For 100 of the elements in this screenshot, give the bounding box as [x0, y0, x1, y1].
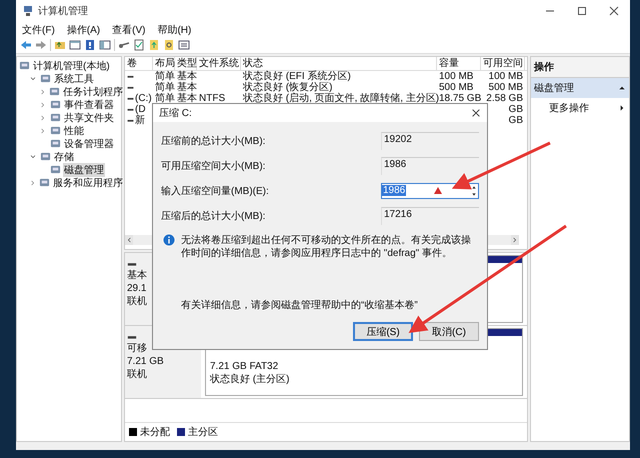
tree-row[interactable]: 存储: [17, 150, 121, 163]
actions-section-header[interactable]: 磁盘管理: [531, 78, 629, 98]
tree-node-icon: [49, 86, 60, 97]
tree-item[interactable]: 服务和应用程序: [52, 176, 124, 190]
submenu-triangle-icon: [618, 104, 626, 112]
column-header[interactable]: 文件系统: [197, 57, 241, 70]
tree-node-icon: [19, 60, 30, 71]
tree-item[interactable]: 共享文件夹: [63, 110, 115, 124]
table-cell-text: 简单: [154, 82, 175, 93]
table-cell-text: NTFS: [198, 93, 226, 104]
tree-node-icon: [50, 112, 61, 123]
table-cell-text: 状态良好 (恢复分区): [242, 82, 334, 93]
computer-icon: [22, 5, 34, 17]
tree-row[interactable]: 磁盘管理: [17, 163, 121, 176]
table-cell-text: 状态良好 (EFI 系统分区): [242, 71, 352, 82]
tree-item[interactable]: 磁盘管理: [63, 162, 105, 176]
menu-item[interactable]: 文件(F): [22, 22, 55, 36]
scroll-left-button[interactable]: [125, 235, 133, 245]
annotation-triangle: [434, 187, 442, 194]
table-cell-text: 2.58 GB: [485, 93, 524, 104]
column-header[interactable]: 卷: [125, 57, 153, 70]
readonly-value-field: 17216: [381, 206, 479, 224]
tree-row[interactable]: 服务和应用程序: [17, 176, 121, 189]
tree-row[interactable]: 事件查看器: [17, 98, 121, 111]
table-cell-text: 500 MB: [488, 82, 524, 93]
tree-item[interactable]: 计算机管理(本地): [32, 58, 111, 72]
tree-row[interactable]: 性能: [17, 124, 121, 137]
table-cell-text: GB: [508, 104, 524, 115]
tree-node-icon: [40, 151, 51, 162]
column-header[interactable]: 状态: [241, 57, 437, 70]
column-header[interactable]: 可用空间: [481, 57, 525, 70]
tree-item[interactable]: 任务计划程序: [62, 84, 124, 98]
field-label: 输入压缩空间量(MB)(E):: [161, 184, 269, 198]
column-header[interactable]: 容量: [437, 57, 481, 70]
disk-info-text: 7.21 GB: [127, 355, 164, 368]
tree-node-icon: [50, 164, 61, 175]
scroll-right-button[interactable]: [511, 235, 519, 245]
table-cell-text: GB: [508, 115, 524, 126]
tree-node-icon: [40, 73, 51, 84]
folder-icon[interactable]: [54, 39, 66, 51]
readonly-value-field: 19202: [381, 132, 479, 150]
spin-down-icon: [470, 190, 478, 198]
partition-info-text: 7.21 GB FAT32: [209, 360, 280, 373]
action-link[interactable]: 更多操作: [549, 101, 589, 115]
tree-node-icon: [50, 99, 61, 110]
disk-info-text: 基本: [127, 269, 147, 282]
field-label: 压缩后的总计大小(MB):: [161, 210, 266, 222]
table-cell: (D: [135, 104, 146, 115]
window-title: 计算机管理: [38, 4, 88, 18]
table-cell-text: 100 MB: [438, 71, 474, 82]
back-arrow-icon[interactable]: [20, 39, 32, 51]
menu-item[interactable]: 帮助(H): [157, 22, 192, 36]
dialog-button[interactable]: 压缩(S): [353, 322, 413, 341]
help-text: 有关详细信息，请参阅磁盘管理帮助中的“收缩基本卷”: [181, 298, 419, 312]
partition-info-text: 状态良好 (主分区): [209, 373, 290, 386]
legend-label: 主分区: [188, 426, 218, 439]
chevron-right-icon: [29, 178, 37, 186]
field-label: 可用压缩空间大小(MB):: [161, 160, 266, 172]
column-header[interactable]: 类型: [175, 57, 197, 70]
tree-row[interactable]: 系统工具: [17, 72, 121, 85]
table-cell-text: 基本: [176, 93, 197, 104]
collapse-triangle-icon: [618, 84, 626, 92]
help-book-icon[interactable]: [84, 39, 96, 51]
pane-icon[interactable]: [69, 39, 81, 51]
table-cell-text: 100 MB: [488, 71, 524, 82]
forward-arrow-icon[interactable]: [35, 39, 47, 51]
table-cell-text: 基本: [176, 71, 197, 82]
dialog-button[interactable]: 取消(C): [419, 322, 479, 341]
disk-info-text: 联机: [127, 295, 147, 308]
actions-title: 操作: [531, 57, 629, 78]
menu-item[interactable]: 操作(A): [66, 22, 100, 36]
tree-item[interactable]: 事件查看器: [63, 98, 115, 112]
close-icon: [608, 5, 620, 17]
checklist-icon[interactable]: [133, 39, 145, 51]
table-cell-text: 简单: [154, 93, 175, 104]
chevron-down-icon: [29, 74, 37, 82]
tree-node-icon: [39, 177, 50, 188]
tree-node-icon: [50, 125, 61, 136]
chevron-right-icon: [511, 236, 519, 244]
column-header[interactable]: 布局: [153, 57, 175, 70]
field-label: 压缩前的总计大小(MB):: [161, 134, 266, 148]
tree-row[interactable]: 设备管理器: [17, 137, 121, 150]
disk-info-text: 29.1: [127, 282, 146, 295]
tree-item[interactable]: 系统工具: [53, 72, 95, 86]
tree-item[interactable]: 存储: [53, 150, 75, 164]
tree-row[interactable]: 任务计划程序: [17, 85, 121, 98]
section-label: 磁盘管理: [534, 82, 574, 95]
maximize-icon: [576, 5, 588, 17]
number-input-field[interactable]: 1986: [381, 182, 479, 198]
info-message: 无法将卷压缩到超出任何不可移动的文件所在的点。有关完成该操作时间的详细信息，请参阅应用程序日志中的 "defrag" 事件。: [181, 234, 472, 260]
disk-info-text: 可移: [127, 342, 147, 355]
list-window-icon[interactable]: [178, 39, 190, 51]
spin-up-icon: [470, 184, 478, 190]
table-cell-text: 基本: [176, 82, 197, 93]
disk-info-text: 联机: [127, 368, 147, 381]
tree-item[interactable]: 性能: [63, 124, 85, 138]
pane-icon[interactable]: [99, 39, 111, 51]
tree-item[interactable]: 设备管理器: [63, 136, 115, 150]
tree-row[interactable]: 共享文件夹: [17, 111, 121, 124]
menu-item[interactable]: 查看(V): [112, 22, 146, 36]
